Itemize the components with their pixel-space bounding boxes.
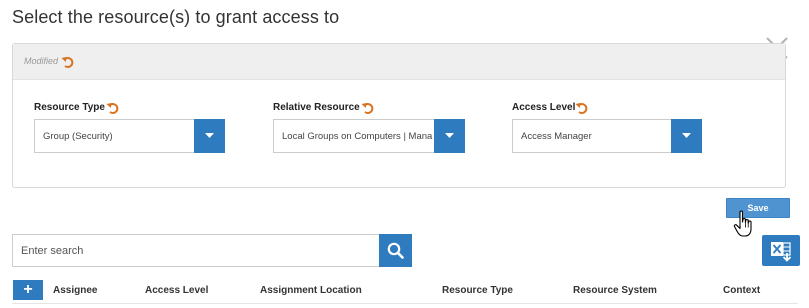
access-level-dropdown-button[interactable]: [671, 119, 702, 153]
column-header-assignee[interactable]: Assignee: [53, 285, 97, 296]
relative-resource-select[interactable]: Local Groups on Computers | Mana: [273, 119, 465, 153]
access-level-label: Access Level: [512, 102, 576, 113]
undo-icon[interactable]: [361, 101, 375, 115]
column-header-access-level[interactable]: Access Level: [145, 285, 208, 296]
undo-icon[interactable]: [575, 101, 589, 115]
excel-export-icon: [771, 242, 792, 262]
relative-resource-value: Local Groups on Computers | Mana: [282, 131, 433, 142]
undo-icon[interactable]: [61, 55, 75, 69]
column-header-context[interactable]: Context: [723, 285, 760, 296]
add-assignment-button[interactable]: +: [13, 280, 43, 300]
resource-type-label: Resource Type: [34, 102, 105, 113]
search-input[interactable]: [12, 234, 380, 267]
export-excel-button[interactable]: [762, 235, 800, 266]
access-level-select[interactable]: Access Manager: [512, 119, 702, 153]
chevron-down-icon: [445, 133, 454, 138]
relative-resource-label: Relative Resource: [273, 102, 360, 113]
resource-type-select[interactable]: Group (Security): [34, 119, 225, 153]
modified-label: Modified: [24, 56, 59, 66]
panel-header: Modified: [13, 44, 785, 80]
column-header-resource-type[interactable]: Resource Type: [442, 285, 513, 296]
hand-pointer-icon: [733, 210, 752, 237]
resource-selection-panel: Modified Resource Type Group (Security) …: [12, 43, 786, 188]
undo-icon[interactable]: [106, 101, 120, 115]
resource-type-value: Group (Security): [43, 131, 113, 142]
access-level-value: Access Manager: [521, 131, 592, 142]
resource-type-dropdown-button[interactable]: [194, 119, 225, 153]
page-title: Select the resource(s) to grant access t…: [12, 7, 340, 27]
search-button[interactable]: [379, 234, 412, 267]
chevron-down-icon: [205, 133, 214, 138]
search-icon: [387, 242, 404, 259]
column-header-resource-system[interactable]: Resource System: [573, 285, 657, 296]
column-header-assignment-location[interactable]: Assignment Location: [260, 285, 362, 296]
relative-resource-dropdown-button[interactable]: [434, 119, 465, 153]
chevron-down-icon: [682, 133, 691, 138]
table-header-divider: [12, 303, 798, 304]
